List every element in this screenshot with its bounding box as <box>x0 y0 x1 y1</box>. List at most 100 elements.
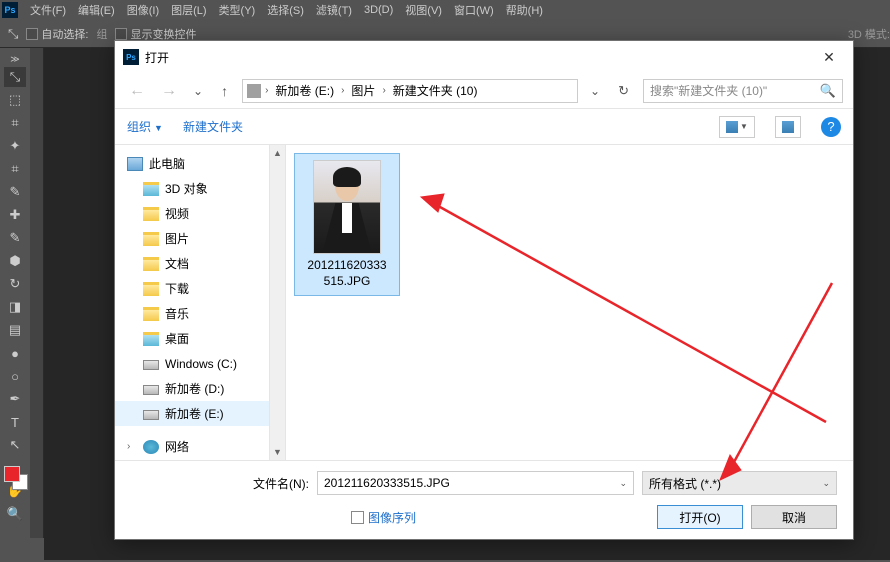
file-list-area[interactable]: 201211620333515.JPG <box>286 145 853 460</box>
breadcrumb[interactable]: › 新加卷 (E:) › 图片 › 新建文件夹 (10) <box>242 79 578 103</box>
stamp-tool[interactable]: ⬢ <box>4 251 26 271</box>
nav-up-button[interactable]: ↑ <box>215 83 234 99</box>
auto-select-checkbox[interactable]: 自动选择: <box>26 26 88 42</box>
new-folder-button[interactable]: 新建文件夹 <box>183 118 243 135</box>
type-tool[interactable]: T <box>4 412 26 432</box>
tree-item-drive-d[interactable]: 新加卷 (D:) <box>115 376 269 401</box>
ps-icon: Ps <box>123 49 139 65</box>
view-mode-button[interactable]: ▼ <box>719 116 755 138</box>
search-icon[interactable]: 🔍 <box>820 83 836 99</box>
tree-item-downloads[interactable]: 下载 <box>115 276 269 301</box>
marquee-tool[interactable]: ⬚ <box>4 90 26 110</box>
dialog-footer: 文件名(N): 201211620333515.JPG ⌄ 所有格式 (*.*)… <box>115 460 853 539</box>
menu-help[interactable]: 帮助(H) <box>500 0 549 20</box>
menu-file[interactable]: 文件(F) <box>24 0 72 20</box>
nav-forward-button[interactable]: → <box>157 82 181 100</box>
filename-input[interactable]: 201211620333515.JPG ⌄ <box>317 471 634 495</box>
menu-image[interactable]: 图像(I) <box>121 0 165 20</box>
folder-icon <box>143 307 159 321</box>
breadcrumb-dropdown[interactable]: ⌄ <box>586 84 604 98</box>
open-button[interactable]: 打开(O) <box>657 505 743 529</box>
dropdown-icon[interactable]: ⌄ <box>619 478 627 489</box>
menu-type[interactable]: 类型(Y) <box>213 0 262 20</box>
format-select[interactable]: 所有格式 (*.*) ⌄ <box>642 471 837 495</box>
chevron-right-icon: › <box>339 85 346 96</box>
image-sequence-checkbox[interactable]: 图像序列 <box>351 509 416 526</box>
crop-tool[interactable]: ⌗ <box>4 159 26 179</box>
brush-tool[interactable]: ✎ <box>4 228 26 248</box>
dialog-navbar: ← → ⌄ ↑ › 新加卷 (E:) › 图片 › 新建文件夹 (10) ⌄ ↻… <box>115 73 853 109</box>
refresh-button[interactable]: ↻ <box>612 83 635 99</box>
healing-tool[interactable]: ✚ <box>4 205 26 225</box>
tree-item-desktop[interactable]: 桌面 <box>115 326 269 351</box>
lasso-tool[interactable]: ⌗ <box>4 113 26 133</box>
foreground-color-swatch[interactable] <box>4 466 20 482</box>
nav-back-button[interactable]: ← <box>125 82 149 100</box>
cancel-button[interactable]: 取消 <box>751 505 837 529</box>
menu-edit[interactable]: 编辑(E) <box>72 0 121 20</box>
chevron-right-icon: › <box>380 85 387 96</box>
drive-icon <box>247 84 261 98</box>
dialog-titlebar: Ps 打开 ✕ <box>115 41 853 73</box>
gradient-tool[interactable]: ▤ <box>4 320 26 340</box>
blur-tool[interactable]: ● <box>4 343 26 363</box>
collapse-icon[interactable]: ≫ <box>6 54 24 64</box>
menu-3d[interactable]: 3D(D) <box>358 2 399 18</box>
ps-tool-palette: ≫ ⤡ ⬚ ⌗ ✦ ⌗ ✎ ✚ ✎ ⬢ ↻ ◨ ▤ ● ○ ✒ T ↖ ▭ ✋ … <box>0 48 30 538</box>
menu-select[interactable]: 选择(S) <box>261 0 310 20</box>
pc-icon <box>127 157 143 171</box>
help-button[interactable]: ? <box>821 117 841 137</box>
tree-item-videos[interactable]: 视频 <box>115 201 269 226</box>
tree-this-pc[interactable]: 此电脑 <box>115 151 269 176</box>
checkbox-icon <box>115 28 127 40</box>
move-tool-icon: ⤡ <box>8 26 18 42</box>
preview-icon <box>782 121 794 133</box>
quick-select-tool[interactable]: ✦ <box>4 136 26 156</box>
dodge-tool[interactable]: ○ <box>4 366 26 386</box>
breadcrumb-item[interactable]: 图片 <box>348 82 378 99</box>
eraser-tool[interactable]: ◨ <box>4 297 26 317</box>
tree-item-pictures[interactable]: 图片 <box>115 226 269 251</box>
pen-tool[interactable]: ✒ <box>4 389 26 409</box>
menu-filter[interactable]: 滤镜(T) <box>310 0 358 20</box>
filename-value: 201211620333515.JPG <box>324 476 450 490</box>
dialog-toolbar: 组织▼ 新建文件夹 ▼ ? <box>115 109 853 145</box>
file-item-selected[interactable]: 201211620333515.JPG <box>294 153 400 296</box>
network-icon <box>143 440 159 454</box>
folder-icon <box>143 182 159 196</box>
expand-icon[interactable]: › <box>127 441 137 452</box>
history-brush-tool[interactable]: ↻ <box>4 274 26 294</box>
tree-item-3d-objects[interactable]: 3D 对象 <box>115 176 269 201</box>
auto-select-target[interactable]: 组 <box>96 26 107 42</box>
move-tool[interactable]: ⤡ <box>4 67 26 87</box>
scroll-up-icon[interactable]: ▲ <box>270 145 285 161</box>
dropdown-icon[interactable]: ⌄ <box>822 478 830 489</box>
scroll-down-icon[interactable]: ▼ <box>270 444 285 460</box>
breadcrumb-item[interactable]: 新加卷 (E:) <box>272 82 337 99</box>
folder-icon <box>143 257 159 271</box>
filename-label: 文件名(N): <box>253 475 309 492</box>
tree-item-drive-c[interactable]: Windows (C:) <box>115 351 269 376</box>
checkbox-icon <box>351 511 364 524</box>
tree-item-music[interactable]: 音乐 <box>115 301 269 326</box>
folder-icon <box>143 282 159 296</box>
menu-layer[interactable]: 图层(L) <box>165 0 212 20</box>
zoom-tool[interactable]: 🔍 <box>4 504 26 524</box>
tree-item-drive-e[interactable]: 新加卷 (E:) <box>115 401 269 426</box>
image-sequence-label: 图像序列 <box>368 509 416 526</box>
eyedropper-tool[interactable]: ✎ <box>4 182 26 202</box>
path-tool[interactable]: ↖ <box>4 435 26 455</box>
close-button[interactable]: ✕ <box>809 43 849 71</box>
search-input[interactable]: 搜索"新建文件夹 (10)" <box>650 82 820 99</box>
file-name-label: 201211620333515.JPG <box>307 258 386 289</box>
tree-item-documents[interactable]: 文档 <box>115 251 269 276</box>
tree-network[interactable]: ›网络 <box>115 434 269 459</box>
nav-history-dropdown[interactable]: ⌄ <box>189 84 207 98</box>
search-box[interactable]: 搜索"新建文件夹 (10)" 🔍 <box>643 79 843 103</box>
tree-scrollbar[interactable]: ▲ ▼ <box>270 145 286 460</box>
menu-window[interactable]: 窗口(W) <box>448 0 500 20</box>
organize-button[interactable]: 组织▼ <box>127 118 163 135</box>
preview-pane-button[interactable] <box>775 116 801 138</box>
breadcrumb-item[interactable]: 新建文件夹 (10) <box>390 82 481 99</box>
menu-view[interactable]: 视图(V) <box>399 0 448 20</box>
